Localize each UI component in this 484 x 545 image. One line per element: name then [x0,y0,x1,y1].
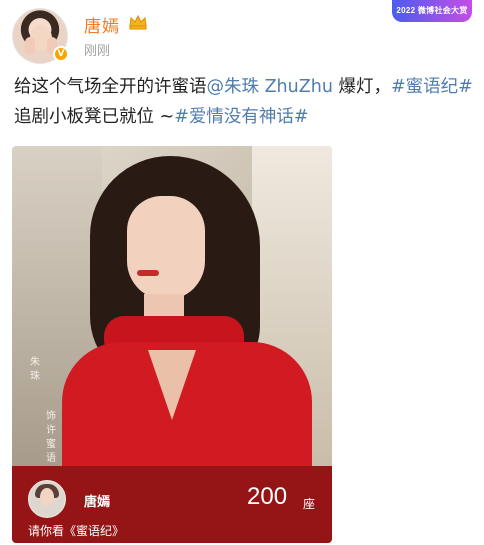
post-text-part: 给这个气场全开的许蜜语 [14,77,207,97]
poster-neckline [148,350,196,420]
invite-text: 请你看《蜜语纪》 [28,524,125,538]
username[interactable]: 唐嫣 [84,12,120,37]
poster-caption-right: 饰许蜜语 [46,411,56,464]
post-text-part: 追剧小板凳已就位 ~ [14,107,175,127]
post-timestamp: 刚刚 [84,44,111,59]
hashtag-link[interactable]: #爱情没有神话# [174,107,308,127]
hashtag-link[interactable]: #蜜语纪# [391,77,473,97]
card-footer[interactable]: 唐嫣 200 座 请你看《蜜语纪》 [12,466,332,543]
post-header: V 唐嫣 刚刚 2022 微博社会大赏 [0,0,484,70]
poster-caption-left: 朱珠 [30,357,40,382]
seat-count-unit: 座 [303,497,316,511]
verified-v-icon: V [53,46,69,62]
crown-icon [129,14,147,30]
mention-link[interactable]: @朱珠 ZhuZhu [207,77,333,97]
post-text-part: 爆灯， [332,77,391,97]
media-card[interactable]: 朱珠 饰许蜜语 唐嫣 200 座 请你看《蜜语纪》 [12,146,332,543]
poster-face [127,196,205,300]
poster-lips [137,270,159,276]
footer-username: 唐嫣 [84,495,111,510]
footer-avatar [28,480,66,518]
poster-image[interactable]: 朱珠 饰许蜜语 [12,146,332,482]
seat-count: 200 [247,483,288,510]
avatar-hand-left [25,37,35,55]
footer-avatar-face [40,488,54,506]
event-badge[interactable]: 2022 微博社会大赏 [392,0,472,22]
post-text: 给这个气场全开的许蜜语@朱珠 ZhuZhu 爆灯，#蜜语纪# 追剧小板凳已就位 … [14,72,474,132]
